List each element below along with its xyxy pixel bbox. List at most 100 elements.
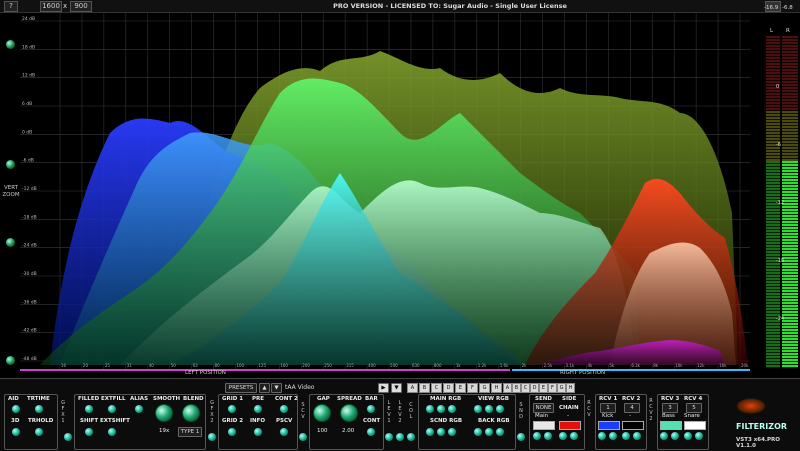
rcv3-knob-2[interactable] [671,432,679,440]
extshift-knob[interactable] [108,428,116,436]
preset-slot-button[interactable]: H [491,383,502,393]
compare-slot-button[interactable]: A [503,383,512,393]
view-r-knob[interactable] [474,405,482,413]
compare-slot-button[interactable]: D [530,383,539,393]
back-g-knob[interactable] [485,428,493,436]
help-button[interactable]: ? [4,1,18,12]
blend-type-selector[interactable]: TYPE 1 [178,427,202,437]
rcv1-channel[interactable]: 1 [600,403,616,413]
rcv2-color[interactable] [622,421,644,430]
main-b-knob[interactable] [448,405,456,413]
scnd-b-knob[interactable] [448,428,456,436]
pscv-knob[interactable] [280,428,288,436]
view-b-knob[interactable] [496,405,504,413]
send-knob-2[interactable] [544,432,552,440]
compare-slot-button[interactable]: F [548,383,557,393]
chain-knob-2[interactable] [570,432,578,440]
pre-knob[interactable] [254,405,262,413]
back-b-knob[interactable] [496,428,504,436]
smooth-value: 19x [159,428,170,434]
play-button[interactable]: ▶ [378,383,389,393]
gfx1-knob[interactable] [64,433,72,441]
main-r-knob[interactable] [426,405,434,413]
preset-slot-button[interactable]: C [431,383,442,393]
grid2-knob[interactable] [228,428,236,436]
rcv2-knob-1[interactable] [622,432,630,440]
snd-knob[interactable] [517,433,525,441]
send-knob-1[interactable] [533,432,541,440]
rcv1-knob-1[interactable] [598,432,606,440]
preset-slot-button[interactable]: F [467,383,478,393]
version-label: VST3 x64.PRO V1.1.0 [736,437,780,449]
width-field[interactable]: 1600 [40,1,62,12]
aid-knob[interactable] [12,405,20,413]
gfx2-knob[interactable] [208,433,216,441]
compare-slot-button[interactable]: H [566,383,575,393]
rcv1-color[interactable] [598,421,620,430]
rcv4-knob-1[interactable] [684,432,692,440]
presets-button[interactable]: PRESETS [225,383,257,393]
rcv3-channel[interactable]: 3 [662,403,678,413]
filled-knob[interactable] [85,405,93,413]
left-position-bar[interactable] [20,369,510,371]
rcv3-color[interactable] [660,421,682,430]
gap-value: 100 [317,428,328,434]
chain-knob-1[interactable] [559,432,567,440]
preset-slot-button[interactable]: D [443,383,454,393]
preset-slot-button[interactable]: E [455,383,466,393]
scnd-g-knob[interactable] [437,428,445,436]
col-knob[interactable] [407,433,415,441]
right-position-bar[interactable] [512,369,750,371]
spread-knob[interactable] [340,404,358,422]
preset-next-button[interactable]: ▼ [271,383,282,393]
send-selector[interactable]: NONE [533,403,554,413]
rcv4-color[interactable] [684,421,706,430]
grid1-knob[interactable] [228,405,236,413]
preset-prev-button[interactable]: ▲ [259,383,270,393]
trtime-knob[interactable] [35,405,43,413]
vert-zoom-knob[interactable] [6,160,15,169]
compare-slot-button[interactable]: E [539,383,548,393]
trhold-knob[interactable] [35,428,43,436]
lev2-knob[interactable] [396,433,404,441]
3d-knob[interactable] [12,428,20,436]
preset-slot-button[interactable]: A [407,383,418,393]
scv-knob[interactable] [299,433,307,441]
view-g-knob[interactable] [485,405,493,413]
record-button[interactable]: ▼ [391,383,402,393]
low-range-knob[interactable] [6,238,15,247]
cont-knob[interactable] [367,428,375,436]
back-r-knob[interactable] [474,428,482,436]
send-main-color[interactable] [533,421,555,430]
rcv4-channel[interactable]: 5 [686,403,702,413]
spectrum-display[interactable]: 24 dB 18 dB 12 dB 6 dB 0 dB -6 dB -12 dB -18 dB… [20,13,750,369]
preset-slot-button[interactable]: B [419,383,430,393]
rcv2-channel[interactable]: 4 [624,403,640,413]
rcv2-knob-2[interactable] [633,432,641,440]
snd-label: SND [519,402,523,420]
main-g-knob[interactable] [437,405,445,413]
shift-knob[interactable] [85,428,93,436]
chain-color[interactable] [559,421,581,430]
bar-knob[interactable] [367,405,375,413]
compare-slot-button[interactable]: B [512,383,521,393]
scnd-r-knob[interactable] [426,428,434,436]
compare-slot-button[interactable]: C [521,383,530,393]
info-knob[interactable] [254,428,262,436]
rcv3-knob-1[interactable] [660,432,668,440]
alias-knob[interactable] [135,405,143,413]
top-range-knob[interactable] [6,40,15,49]
preset-slot-button[interactable]: G [479,383,490,393]
db-tick-label: -42 dB [22,328,37,334]
rcv4-knob-2[interactable] [695,432,703,440]
smooth-knob[interactable] [155,404,173,422]
gap-knob[interactable] [313,404,331,422]
lev1-knob[interactable] [385,433,393,441]
compare-slot-button[interactable]: G [557,383,566,393]
extfill-knob[interactable] [108,405,116,413]
blend-knob[interactable] [182,404,200,422]
floor-knob[interactable] [6,356,15,365]
cont2-knob[interactable] [280,405,288,413]
rcv1-knob-2[interactable] [609,432,617,440]
height-field[interactable]: 900 [70,1,92,12]
